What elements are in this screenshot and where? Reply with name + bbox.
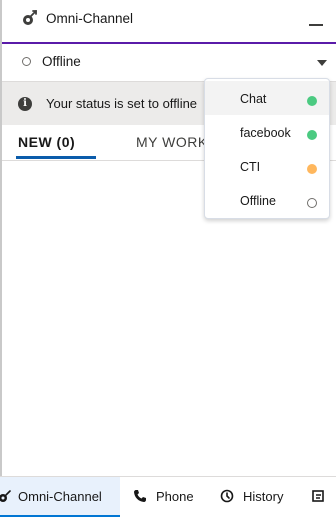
minimize-icon[interactable] [309,24,323,26]
tab-new[interactable]: NEW (0) [18,134,75,150]
utility-item-omni-channel[interactable]: Omni-Channel [0,477,120,517]
utility-bar: Omni-Channel Phone History [0,476,336,517]
omni-channel-icon [0,490,11,502]
panel-header: Omni-Channel [2,0,336,44]
utility-item-label: Omni-Channel [18,489,102,504]
utility-item-label: Phone [156,489,194,504]
status-dropdown-menu: Chat facebook CTI Offline [204,78,330,219]
utility-item-label: History [243,489,284,504]
status-option-label: CTI [240,160,261,174]
status-selector[interactable]: Offline [2,44,336,82]
chevron-down-icon[interactable] [317,60,327,66]
status-option-label: Offline [240,194,276,208]
current-status-label: Offline [42,54,81,69]
offline-status-dot-icon [307,198,317,208]
utility-item-notes[interactable] [312,477,336,517]
info-icon: i [18,97,32,111]
status-info-text: Your status is set to offline [46,96,198,111]
notes-icon [312,490,324,502]
tab-my-work[interactable]: MY WORK [136,134,208,150]
omni-channel-icon [23,10,37,25]
busy-status-dot-icon [307,164,317,174]
active-tab-indicator [16,156,96,159]
status-option-cti[interactable]: CTI [205,149,329,183]
utility-item-history[interactable]: History [220,477,300,517]
status-option-label: facebook [240,126,291,140]
phone-icon [134,490,146,502]
status-option-facebook[interactable]: facebook [205,115,329,149]
status-option-label: Chat [240,92,267,106]
status-option-offline[interactable]: Offline [205,183,329,217]
available-status-dot-icon [307,96,317,106]
available-status-dot-icon [307,130,317,140]
status-option-chat[interactable]: Chat [205,81,329,115]
panel-title: Omni-Channel [46,11,134,26]
history-icon [220,489,234,503]
utility-item-phone[interactable]: Phone [133,477,203,517]
status-indicator-icon [22,57,31,66]
omni-channel-panel: Omni-Channel Offline i Your status is se… [0,0,336,476]
